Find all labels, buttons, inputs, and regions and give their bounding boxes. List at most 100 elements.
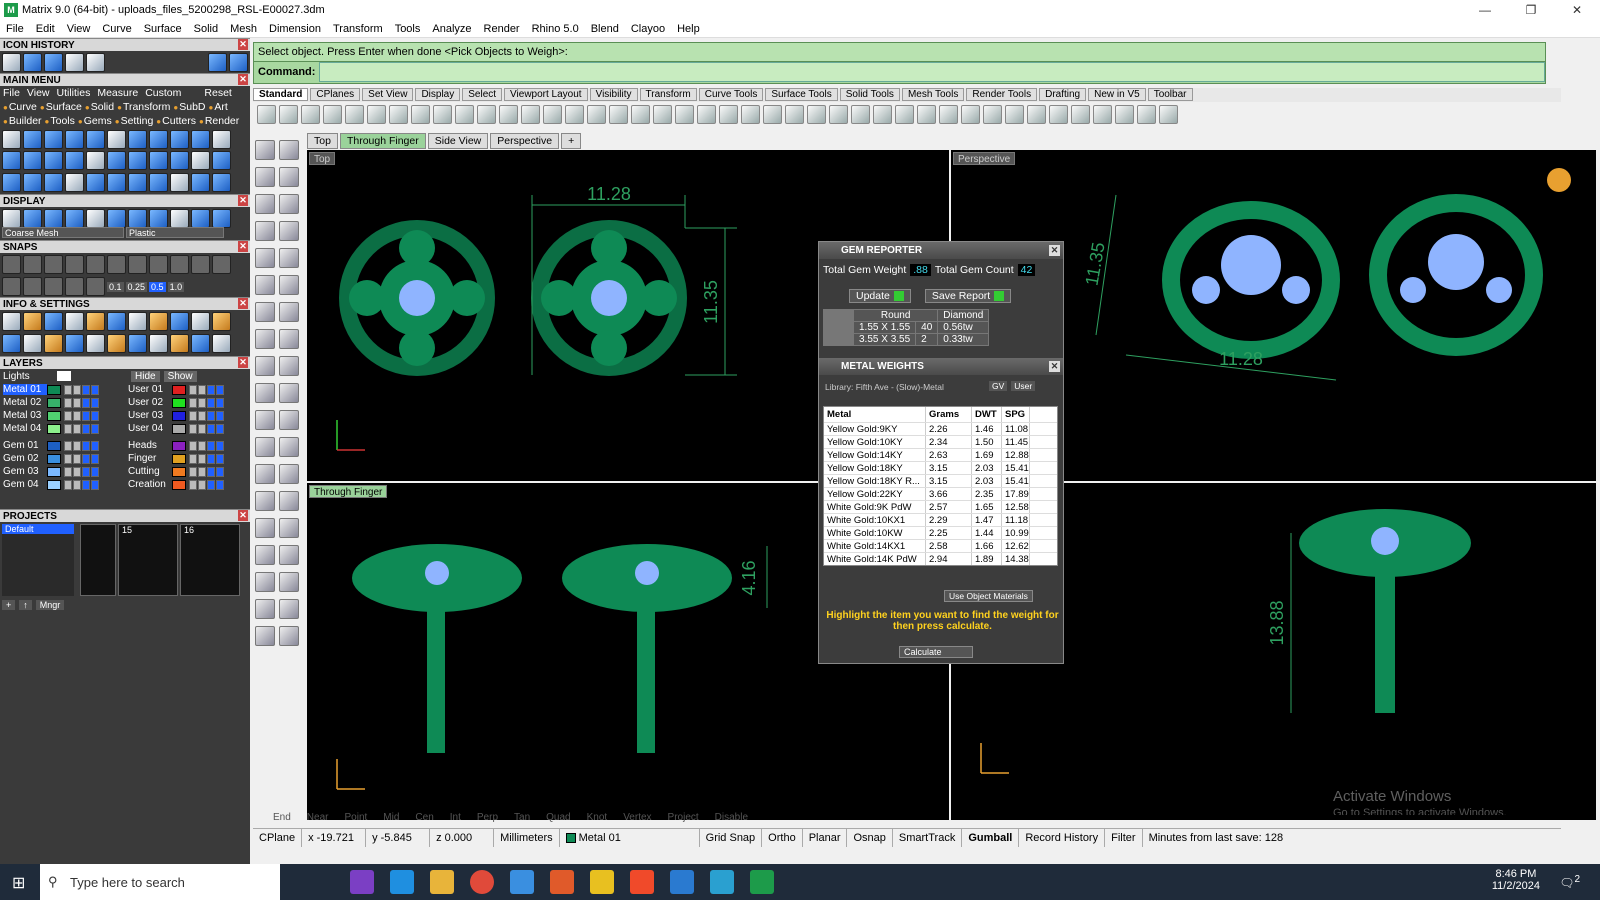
layer-toggle-icon[interactable] [64,453,72,464]
layer-toggle-icon[interactable] [64,384,72,395]
layer-toggle-icon[interactable] [198,423,206,434]
cplane-label[interactable]: CPlane [253,828,303,847]
layer-row[interactable]: Metal 04 [0,422,125,435]
modeling-tool-icon[interactable] [279,221,299,241]
vscode-icon[interactable] [670,870,694,894]
snap-tool-icon[interactable] [191,255,210,274]
mm-solid[interactable]: Solid [85,101,114,113]
layer-row[interactable]: Metal 03 [0,409,125,422]
modeling-tool-icon[interactable] [255,221,275,241]
matrix-icon[interactable] [750,870,774,894]
info-tool-icon[interactable] [86,312,105,331]
modeling-tool-icon[interactable] [255,356,275,376]
modeling-tool-icon[interactable] [279,167,299,187]
layer-toggle-icon[interactable] [198,466,206,477]
layer-color-swatch[interactable] [47,453,61,464]
modeling-tool-icon[interactable] [255,167,275,187]
layer-color-swatch[interactable] [47,397,61,408]
snap-tool-icon[interactable] [2,277,21,296]
layer-toggle-icon[interactable] [207,384,215,395]
main-menu-tool-icon[interactable] [170,151,189,171]
grid-snap-toggle[interactable]: Grid Snap [700,828,763,847]
mm-subd[interactable]: SubD [173,101,205,113]
layer-toggle-icon[interactable] [64,423,72,434]
mm-tools[interactable]: Tools [45,115,75,127]
table-row[interactable]: White Gold:14K PdW 2.94 1.89 14.38 [824,553,1057,565]
snap-tool-icon[interactable] [107,255,126,274]
calculate-button[interactable]: Calculate [899,646,973,658]
layer-toggle-icon[interactable] [91,423,99,434]
table-row[interactable]: Yellow Gold:14KY 2.63 1.69 12.88 [824,449,1057,462]
toolbar-tool-icon[interactable] [1159,105,1178,124]
main-menu-tool-icon[interactable] [149,172,168,192]
open-icon[interactable] [86,53,105,72]
layer-toggle-icon[interactable] [82,423,90,434]
osnap-near[interactable]: Near [295,812,329,826]
tab-through-finger[interactable]: Through Finger [339,133,426,149]
mm-reset[interactable]: Reset [204,87,231,99]
toolbar-tool-icon[interactable] [741,105,760,124]
tab-mesh-tools[interactable]: Mesh Tools [901,88,965,101]
osnap-end[interactable]: End [261,812,291,826]
menu-help[interactable]: Help [671,23,706,35]
main-menu-tool-icon[interactable] [170,130,189,149]
layer-toggle-icon[interactable] [64,479,72,490]
layer-name[interactable]: Finger [128,453,172,464]
modeling-tool-icon[interactable] [279,383,299,403]
layer-row[interactable]: Gem 04 [0,478,125,491]
toolbar-tool-icon[interactable] [653,105,672,124]
modeling-tool-icon[interactable] [255,140,275,160]
layer-row[interactable]: Metal 02 [0,396,125,409]
snap-tool-icon[interactable] [149,255,168,274]
main-menu-tool-icon[interactable] [65,172,84,192]
tab-cplanes[interactable]: CPlanes [310,88,361,101]
osnap-perp[interactable]: Perp [465,812,498,826]
layer-row[interactable]: User 03 [125,409,250,422]
planar-toggle[interactable]: Planar [803,828,848,847]
history-tool-icon[interactable] [2,53,21,72]
info-tool-icon[interactable] [107,312,126,331]
layer-toggle-icon[interactable] [189,466,197,477]
layer-toggle-icon[interactable] [189,423,197,434]
minimize-button[interactable]: — [1462,0,1508,20]
main-menu-tool-icon[interactable] [128,130,147,149]
main-menu-tool-icon[interactable] [2,172,21,192]
menu-dimension[interactable]: Dimension [263,23,327,35]
layer-color-swatch[interactable] [172,410,186,421]
tab-solid-tools[interactable]: Solid Tools [839,88,900,101]
toolbar-tool-icon[interactable] [389,105,408,124]
main-menu-tool-icon[interactable] [2,130,21,149]
snap-tool-icon[interactable] [65,277,84,296]
modeling-tool-icon[interactable] [279,545,299,565]
layer-color-swatch[interactable] [172,397,186,408]
main-menu-tool-icon[interactable] [44,172,63,192]
toolbar-tool-icon[interactable] [1049,105,1068,124]
close-icon[interactable]: ✕ [238,357,248,368]
layer-name[interactable]: Cutting [128,466,172,477]
menu-blend[interactable]: Blend [585,23,625,35]
table-row[interactable]: Yellow Gold:18KY R... 3.15 2.03 15.41 [824,475,1057,488]
column-header[interactable]: Grams [926,407,972,422]
toolbar-tool-icon[interactable] [829,105,848,124]
snap-tool-icon[interactable] [23,277,42,296]
layer-toggle-icon[interactable] [198,453,206,464]
layer-toggle-icon[interactable] [198,397,206,408]
menu-analyze[interactable]: Analyze [426,23,477,35]
modeling-tool-icon[interactable] [255,599,275,619]
mm-file[interactable]: File [3,87,20,99]
toolbar-tool-icon[interactable] [367,105,386,124]
info-tool-icon[interactable] [23,334,42,353]
osnap-vertex[interactable]: Vertex [611,812,651,826]
edge-icon[interactable] [390,870,414,894]
osnap-int[interactable]: Int [438,812,461,826]
layer-color-swatch[interactable] [47,384,61,395]
layer-toggle-icon[interactable] [73,453,81,464]
toolbar-tool-icon[interactable] [939,105,958,124]
snap-tool-icon[interactable] [23,255,42,274]
modeling-tool-icon[interactable] [279,410,299,430]
modeling-tool-icon[interactable] [279,194,299,214]
menu-rhino5[interactable]: Rhino 5.0 [526,23,585,35]
mm-builder[interactable]: Builder [3,115,42,127]
layer-row[interactable]: Gem 03 [0,465,125,478]
main-menu-tool-icon[interactable] [212,151,231,171]
